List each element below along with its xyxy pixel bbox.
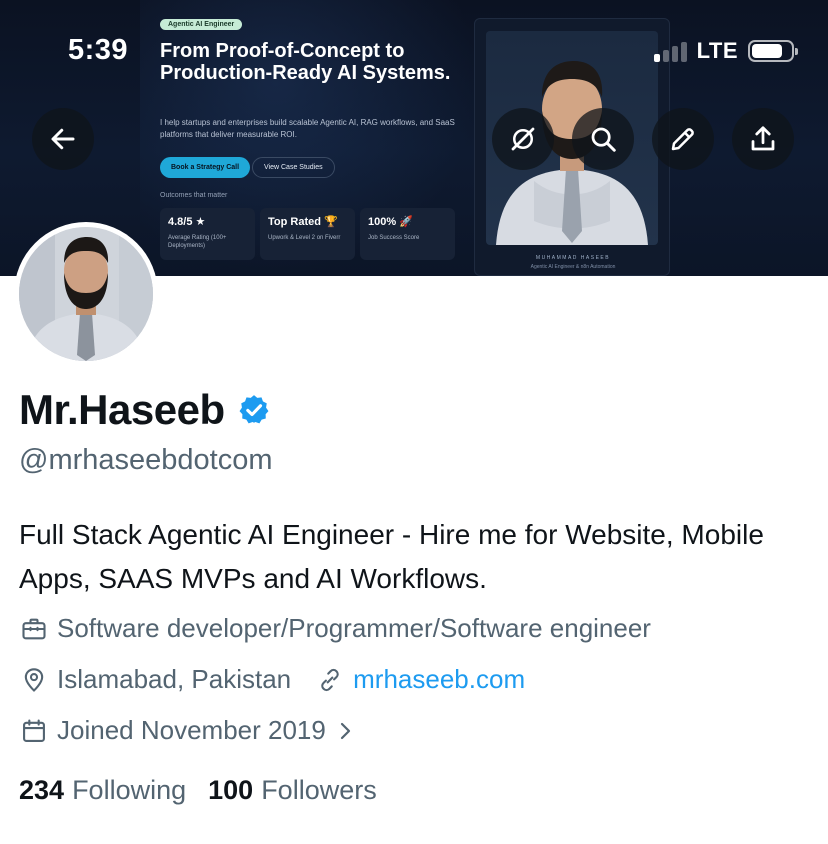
banner-portrait-role: Agentic AI Engineer & n8n Automation xyxy=(530,264,616,270)
share-button[interactable] xyxy=(732,108,794,170)
profile-avatar[interactable] xyxy=(14,222,158,366)
profile-location: Islamabad, Pakistan xyxy=(57,664,292,694)
grok-button[interactable] xyxy=(492,108,554,170)
stat-label: Upwork & Level 2 on Fiverr xyxy=(268,235,341,241)
location-pin-icon xyxy=(19,665,49,695)
person-avatar-illustration xyxy=(19,227,153,361)
following-label: Following xyxy=(72,775,187,805)
status-time: 5:39 xyxy=(68,34,129,66)
following-link[interactable]: 234 Following xyxy=(19,775,186,806)
followers-count: 100 xyxy=(208,775,254,805)
arrow-left-icon xyxy=(51,128,75,150)
chevron-right-icon xyxy=(330,716,360,746)
search-button[interactable] xyxy=(572,108,634,170)
profile-joined-date: Joined November 2019 xyxy=(57,715,326,745)
banner-stat-card: Top Rated 🏆 Upwork & Level 2 on Fiverr xyxy=(260,208,355,260)
banner-stat-card: 4.8/5 ★ Average Rating (100+ Deployments… xyxy=(160,208,255,260)
back-button[interactable] xyxy=(32,108,94,170)
grok-icon xyxy=(511,127,535,151)
profile-bio: Full Stack Agentic AI Engineer - Hire me… xyxy=(19,519,764,594)
banner-title: From Proof-of-Concept to Production-Read… xyxy=(160,40,451,84)
battery-icon xyxy=(748,40,798,62)
stat-value: 100% 🚀 xyxy=(368,216,413,228)
banner-stat-card: 100% 🚀 Job Success Score xyxy=(360,208,455,260)
profile-category: Software developer/Programmer/Software e… xyxy=(57,613,651,643)
edit-profile-button[interactable] xyxy=(652,108,714,170)
profile-category-row: Software developer/Programmer/Software e… xyxy=(19,613,651,644)
follow-counts: 234 Following 100 Followers xyxy=(19,775,377,806)
following-count: 234 xyxy=(19,775,65,805)
briefcase-icon xyxy=(19,614,49,644)
cellular-signal-icon xyxy=(653,40,687,62)
pencil-icon xyxy=(671,128,694,151)
stat-label: Average Rating (100+ Deployments) xyxy=(168,235,227,249)
profile-location-website-row: Islamabad, Pakistan mrhaseeb.com xyxy=(19,664,525,695)
stat-value: Top Rated 🏆 xyxy=(268,216,338,228)
followers-link[interactable]: 100 Followers xyxy=(208,775,377,806)
link-icon xyxy=(315,665,345,695)
verified-badge-icon[interactable] xyxy=(237,393,271,427)
display-name: Mr.Haseeb xyxy=(19,386,225,433)
banner-outcomes-label: Outcomes that matter xyxy=(160,192,228,199)
display-name-row: Mr.Haseeb xyxy=(19,386,271,434)
search-icon xyxy=(591,127,616,152)
user-handle: @mrhaseebdotcom xyxy=(19,444,273,476)
banner-portrait-name: MUHAMMAD HASEEB xyxy=(535,255,611,261)
banner-secondary-button: View Case Studies xyxy=(252,157,335,178)
stat-value: 4.8/5 ★ xyxy=(168,216,206,228)
profile-joined-row[interactable]: Joined November 2019 xyxy=(19,715,368,746)
stat-label: Job Success Score xyxy=(368,235,420,241)
network-type: LTE xyxy=(696,38,738,63)
status-indicators: LTE xyxy=(653,38,798,64)
followers-label: Followers xyxy=(261,775,377,805)
profile-website-link[interactable]: mrhaseeb.com xyxy=(353,664,525,695)
banner-badge: Agentic AI Engineer xyxy=(160,19,243,30)
calendar-icon xyxy=(19,716,49,746)
share-icon xyxy=(751,126,775,151)
avatar-photo xyxy=(19,227,153,361)
banner-subtitle: I help startups and enterprises build sc… xyxy=(160,118,455,139)
banner-primary-button: Book a Strategy Call xyxy=(160,157,251,178)
